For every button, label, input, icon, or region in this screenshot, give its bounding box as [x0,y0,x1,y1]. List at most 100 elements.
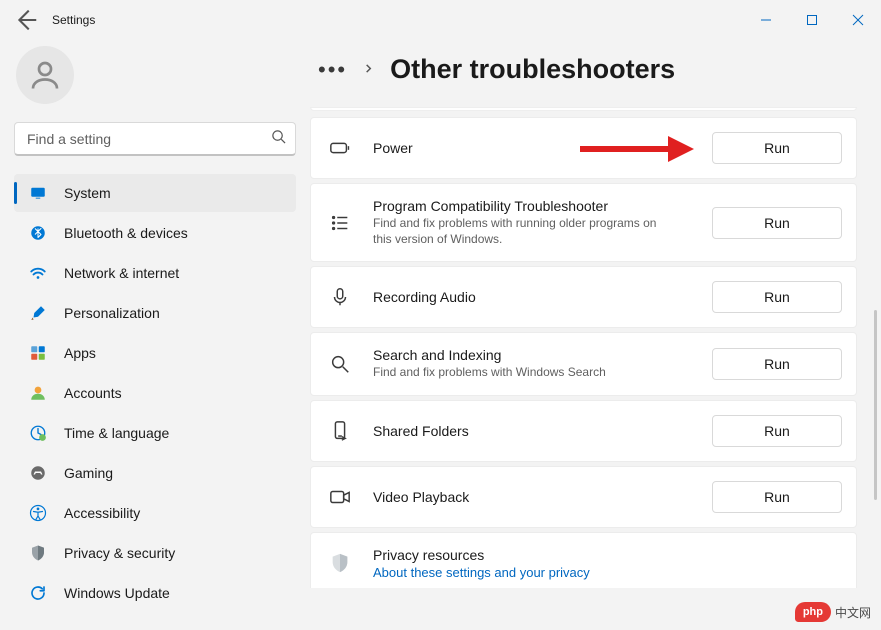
card-subtitle: Find and fix problems with running older… [373,216,673,247]
privacy-link[interactable]: About these settings and your privacy [373,565,842,580]
paintbrush-icon [28,303,48,323]
sidebar-item-network[interactable]: Network & internet [14,254,296,292]
run-button-power[interactable]: Run [712,132,842,164]
sidebar-item-apps[interactable]: Apps [14,334,296,372]
sidebar-item-label: Accounts [64,385,284,401]
run-button-compat[interactable]: Run [712,207,842,239]
maximize-icon [806,14,818,26]
shield-icon [28,543,48,563]
breadcrumb-more-button[interactable]: ••• [318,57,347,83]
close-icon [852,14,864,26]
bluetooth-icon [28,223,48,243]
apps-icon [28,343,48,363]
microphone-icon [329,286,351,308]
search-box [14,122,296,156]
card-title: Program Compatibility Troubleshooter [373,198,690,214]
sidebar-item-label: System [64,185,284,201]
watermark-text: 中文网 [835,604,871,621]
run-button-recording[interactable]: Run [712,281,842,313]
minimize-icon [760,14,772,26]
run-button-search[interactable]: Run [712,348,842,380]
battery-icon [329,137,351,159]
breadcrumb: ••• Other troubleshooters [310,54,857,85]
sidebar-item-label: Windows Update [64,585,284,601]
sidebar-item-label: Privacy & security [64,545,284,561]
user-icon [27,57,63,93]
troubleshooter-card-search: Search and Indexing Find and fix problem… [310,332,857,396]
sidebar-item-label: Network & internet [64,265,284,281]
sidebar-item-label: Bluetooth & devices [64,225,284,241]
nav-list: System Bluetooth & devices Network & int… [14,174,296,612]
scrollbar-thumb[interactable] [874,310,877,500]
arrow-left-icon [10,5,40,35]
troubleshooter-card-compat: Program Compatibility Troubleshooter Fin… [310,183,857,262]
gaming-icon [28,463,48,483]
card-title: Shared Folders [373,423,690,439]
sidebar-item-system[interactable]: System [14,174,296,212]
titlebar: Settings [0,0,881,40]
phone-sync-icon [329,420,351,442]
wifi-icon [28,263,48,283]
sidebar-item-update[interactable]: Windows Update [14,574,296,612]
card-text: Privacy resources About these settings a… [373,547,842,580]
sidebar-item-personalization[interactable]: Personalization [14,294,296,332]
sidebar-item-bluetooth[interactable]: Bluetooth & devices [14,214,296,252]
page-title: Other troubleshooters [390,54,675,85]
card-text: Video Playback [373,489,690,505]
troubleshooter-list: Power Run Program Compatibility Troubles… [310,107,857,588]
list-icon [329,212,351,234]
sidebar-item-accounts[interactable]: Accounts [14,374,296,412]
card-text: Program Compatibility Troubleshooter Fin… [373,198,690,247]
run-button-shared[interactable]: Run [712,415,842,447]
troubleshooter-card-video: Video Playback Run [310,466,857,528]
shield-icon [329,552,351,574]
search-icon [329,353,351,375]
card-title: Video Playback [373,489,690,505]
content-area: ••• Other troubleshooters Power Run [310,40,881,630]
accessibility-icon [28,503,48,523]
avatar[interactable] [16,46,74,104]
sidebar-item-time[interactable]: Time & language [14,414,296,452]
card-title: Power [373,140,690,156]
chevron-right-icon [363,61,374,79]
clock-globe-icon [28,423,48,443]
search-input[interactable] [14,122,296,156]
app-body: System Bluetooth & devices Network & int… [0,40,881,630]
troubleshooter-card-power: Power Run [310,117,857,179]
sidebar-item-label: Time & language [64,425,284,441]
card-title: Search and Indexing [373,347,690,363]
back-button[interactable] [10,5,40,35]
sidebar-item-label: Gaming [64,465,284,481]
sidebar-item-label: Personalization [64,305,284,321]
sidebar-item-label: Apps [64,345,284,361]
accounts-icon [28,383,48,403]
minimize-button[interactable] [743,4,789,36]
card-text: Shared Folders [373,423,690,439]
sidebar-item-privacy[interactable]: Privacy & security [14,534,296,572]
privacy-card: Privacy resources About these settings a… [310,532,857,588]
sidebar-item-gaming[interactable]: Gaming [14,454,296,492]
watermark-bubble: php [795,602,831,622]
card-sliver-top [310,107,857,111]
run-button-video[interactable]: Run [712,481,842,513]
display-icon [28,183,48,203]
card-text: Recording Audio [373,289,690,305]
search-icon [271,129,286,149]
sidebar-item-accessibility[interactable]: Accessibility [14,494,296,532]
sidebar-item-label: Accessibility [64,505,284,521]
sidebar: System Bluetooth & devices Network & int… [0,40,310,630]
maximize-button[interactable] [789,4,835,36]
card-title: Privacy resources [373,547,842,563]
troubleshooter-card-recording: Recording Audio Run [310,266,857,328]
card-title: Recording Audio [373,289,690,305]
card-text: Power [373,140,690,156]
update-icon [28,583,48,603]
troubleshooter-card-shared: Shared Folders Run [310,400,857,462]
video-icon [329,486,351,508]
window-controls [743,4,881,36]
card-text: Search and Indexing Find and fix problem… [373,347,690,381]
card-subtitle: Find and fix problems with Windows Searc… [373,365,673,381]
watermark: php 中文网 [795,602,871,622]
window-title: Settings [52,13,95,27]
close-button[interactable] [835,4,881,36]
